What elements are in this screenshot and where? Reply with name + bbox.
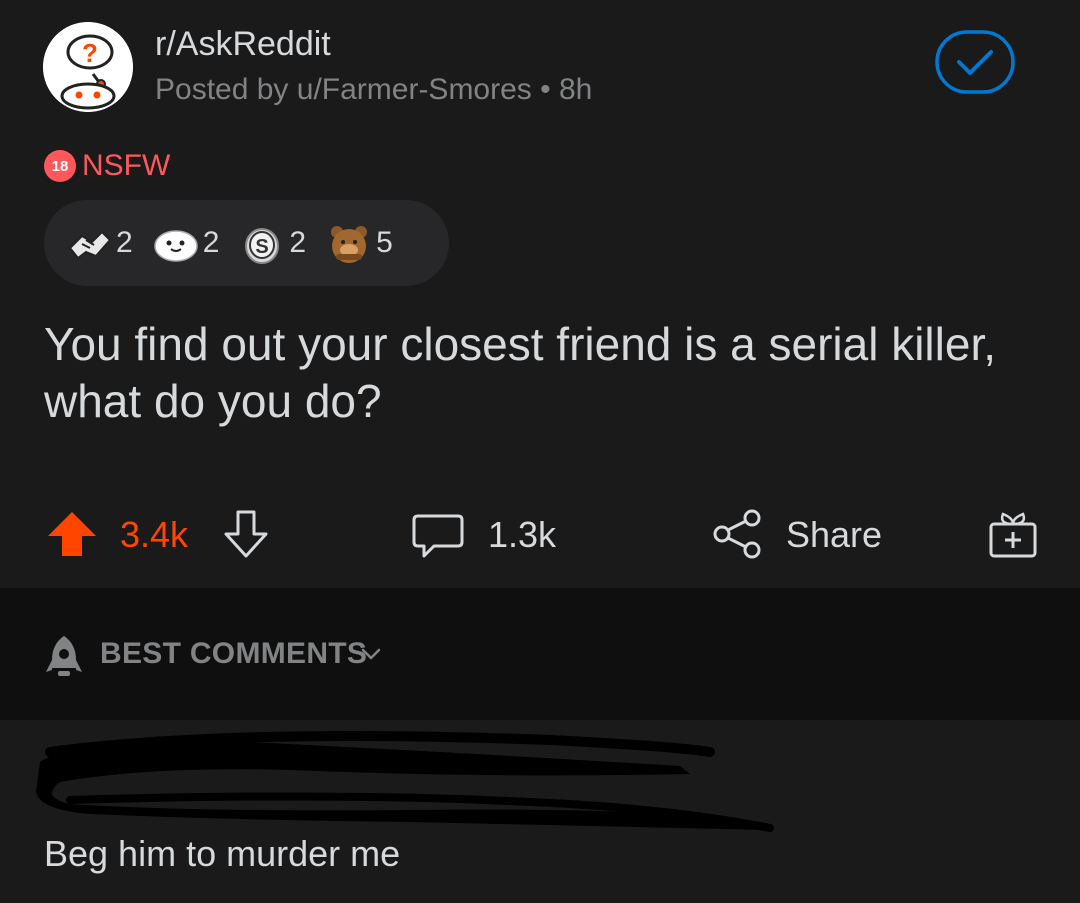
- share-icon: [713, 509, 761, 559]
- joined-check-button[interactable]: [935, 30, 1015, 94]
- bear-award-icon: [331, 226, 368, 263]
- award-count: 2: [202, 226, 220, 259]
- chevron-down-icon[interactable]: [358, 643, 384, 665]
- comments-button[interactable]: [410, 506, 466, 562]
- silver-coin-award-icon: S: [245, 228, 280, 264]
- comment-count[interactable]: 1.3k: [488, 514, 556, 556]
- sort-dropdown[interactable]: BEST COMMENTS: [100, 636, 367, 672]
- award-count: 2: [116, 226, 133, 259]
- check-icon: [935, 30, 1015, 94]
- subreddit-name[interactable]: r/AskReddit: [155, 24, 331, 64]
- share-button[interactable]: Share: [786, 514, 882, 556]
- subreddit-avatar[interactable]: ?: [43, 22, 133, 112]
- award-item: 5: [324, 218, 393, 268]
- nsfw-label: NSFW: [82, 149, 171, 182]
- award-item: S 2: [237, 218, 306, 268]
- upvote-button[interactable]: [44, 506, 100, 562]
- post-title[interactable]: You find out your closest friend is a se…: [44, 316, 1034, 430]
- award-count: 5: [376, 226, 393, 259]
- comment-body: Beg him to murder me: [44, 833, 401, 874]
- comment-bubble-icon: [412, 514, 464, 558]
- award-button[interactable]: [985, 506, 1041, 562]
- award-item: 2: [64, 218, 133, 268]
- svg-text:S: S: [256, 236, 269, 258]
- wholesome-seal-award-icon: [153, 230, 198, 262]
- downvote-button[interactable]: [220, 506, 272, 562]
- svg-text:?: ?: [82, 38, 98, 68]
- award-count: 2: [289, 226, 307, 259]
- share-button-icon[interactable]: [710, 506, 766, 562]
- nsfw-tag: 18 NSFW: [44, 148, 170, 184]
- handshake-award-icon: [68, 230, 112, 260]
- askreddit-logo-icon: ?: [43, 22, 133, 112]
- rocket-icon: [44, 634, 84, 678]
- redacted-username-scribble: [30, 722, 790, 842]
- gift-icon: [989, 512, 1037, 558]
- vote-score: 3.4k: [120, 514, 189, 555]
- downvote-arrow-icon: [224, 510, 268, 558]
- post-meta[interactable]: Posted by u/Farmer-Smores • 8h: [155, 72, 592, 108]
- nsfw-18-icon: 18: [44, 150, 76, 182]
- award-item: 2: [151, 218, 220, 268]
- awards-bar[interactable]: 2 2 S 2 5: [44, 200, 449, 286]
- upvote-arrow-icon: [48, 512, 96, 556]
